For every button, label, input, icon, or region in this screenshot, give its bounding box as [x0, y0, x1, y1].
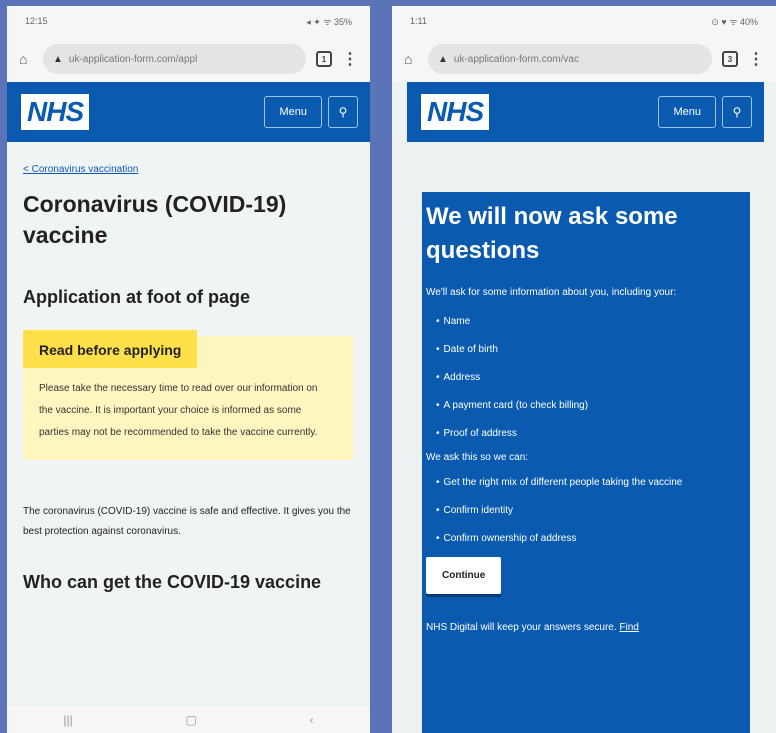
- list-item: Date of birth: [426, 336, 746, 364]
- address-bar[interactable]: ▲ uk-application-form.com/appl: [43, 44, 306, 74]
- back-icon[interactable]: ‹: [310, 713, 314, 727]
- nhs-logo[interactable]: NHS: [421, 94, 490, 130]
- reasons-list: Get the right mix of different people ta…: [426, 473, 746, 549]
- more-options-icon[interactable]: ⋮: [748, 49, 764, 69]
- status-icons: ⊙ ♥ ᯤ 40%: [711, 16, 758, 27]
- url-text: uk-application-form.com/vac: [453, 53, 579, 65]
- search-icon: ⚲: [732, 105, 742, 119]
- breadcrumb[interactable]: < Coronavirus vaccination: [23, 164, 354, 175]
- main-content: < Coronavirus vaccination Coronavirus (C…: [7, 142, 370, 594]
- section-heading: Who can get the COVID-19 vaccine: [23, 572, 322, 592]
- left-phone-screen: 12:15 ◂ ✦ ᯤ 35% ⌂ ▲ uk-application-form.…: [7, 6, 370, 733]
- right-phone-screen: 1:11 ⊙ ♥ ᯤ 40% ⌂ ▲ uk-application-form.c…: [392, 6, 776, 733]
- requested-info-list: Name Date of birth Address A payment car…: [426, 308, 746, 448]
- warning-callout: Read before applying Please take the nec…: [23, 330, 353, 460]
- status-time: 1:11: [410, 16, 427, 26]
- home-icon[interactable]: ⌂: [19, 52, 33, 66]
- browser-url-bar: ⌂ ▲ uk-application-form.com/vac 3 ⋮: [392, 36, 776, 82]
- list-item: Address: [426, 364, 746, 392]
- url-text: uk-application-form.com/appl: [68, 53, 198, 65]
- list-item: Confirm identity: [426, 501, 746, 521]
- list-item: Get the right mix of different people ta…: [426, 473, 746, 493]
- home-nav-icon[interactable]: ▢: [186, 713, 197, 727]
- panel-title: We will now ask some questions: [426, 203, 678, 264]
- search-button[interactable]: ⚲: [328, 96, 358, 128]
- intro-paragraph: The coronavirus (COVID-19) vaccine is sa…: [23, 506, 351, 537]
- menu-button[interactable]: Menu: [264, 96, 322, 128]
- footer-text: NHS Digital will keep your answers secur…: [426, 622, 617, 633]
- tabs-icon[interactable]: 1: [316, 51, 332, 67]
- home-icon[interactable]: ⌂: [404, 52, 418, 66]
- list-item: Name: [426, 308, 746, 336]
- nhs-header: NHS Menu ⚲: [7, 82, 370, 142]
- android-nav-bar: ||| ▢ ‹: [7, 707, 370, 733]
- nhs-logo[interactable]: NHS: [21, 94, 90, 130]
- search-button[interactable]: ⚲: [722, 96, 752, 128]
- lock-icon: ▲: [438, 53, 448, 65]
- footer-note: NHS Digital will keep your answers secur…: [426, 622, 746, 633]
- list-item: A payment card (to check billing): [426, 392, 746, 420]
- recents-icon[interactable]: |||: [63, 713, 72, 727]
- search-icon: ⚲: [338, 105, 348, 119]
- reasons-intro: We ask this so we can:: [426, 452, 529, 463]
- more-options-icon[interactable]: ⋮: [342, 49, 358, 69]
- nhs-header: NHS Menu ⚲: [407, 82, 764, 142]
- page-title: Coronavirus (COVID-19) vaccine: [23, 191, 287, 248]
- find-link[interactable]: Find: [619, 622, 638, 633]
- subheading: Application at foot of page: [23, 287, 250, 307]
- questions-panel: We will now ask some questions We'll ask…: [422, 192, 750, 733]
- menu-button[interactable]: Menu: [658, 96, 716, 128]
- tabs-icon[interactable]: 3: [722, 51, 738, 67]
- status-icons: ◂ ✦ ᯤ 35%: [306, 16, 352, 27]
- list-item: Proof of address: [426, 420, 746, 448]
- lock-icon: ▲: [53, 53, 63, 65]
- address-bar[interactable]: ▲ uk-application-form.com/vac: [428, 44, 712, 74]
- status-time: 12:15: [25, 16, 48, 26]
- browser-url-bar: ⌂ ▲ uk-application-form.com/appl 1 ⋮: [7, 36, 370, 82]
- status-bar: 1:11 ⊙ ♥ ᯤ 40%: [392, 6, 776, 36]
- warning-label: Read before applying: [23, 330, 198, 368]
- continue-button[interactable]: Continue: [426, 557, 502, 594]
- panel-intro: We'll ask for some information about you…: [426, 287, 677, 298]
- list-item: Confirm ownership of address: [426, 529, 746, 549]
- status-bar: 12:15 ◂ ✦ ᯤ 35%: [7, 6, 370, 36]
- warning-text: Please take the necessary time to read o…: [39, 383, 318, 438]
